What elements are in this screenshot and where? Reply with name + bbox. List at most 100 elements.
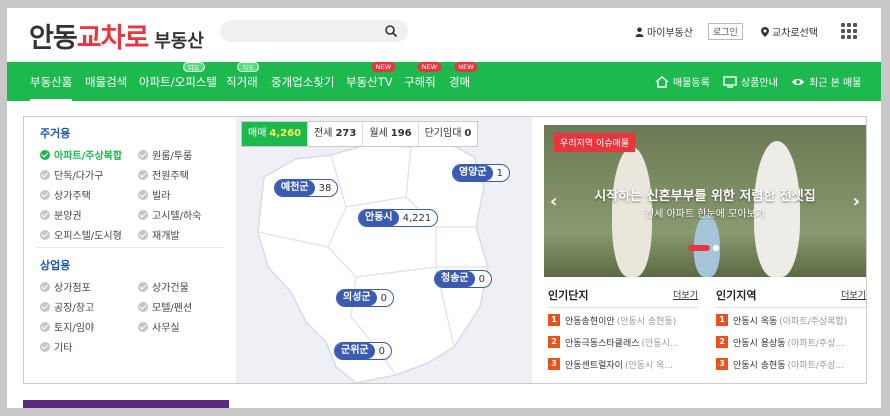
tab-jeonse[interactable]: 전세 273 bbox=[308, 122, 364, 146]
nav-item-auction[interactable]: 경매 NEW bbox=[449, 62, 478, 90]
category-item[interactable]: 원룸/투룸 bbox=[138, 147, 192, 162]
category-item[interactable]: 모텔/펜션 bbox=[138, 299, 192, 314]
check-icon bbox=[138, 301, 148, 312]
category-item[interactable]: 오피스텔/도시형 bbox=[40, 227, 122, 242]
category-item[interactable]: 고시텔/하숙 bbox=[138, 207, 201, 222]
check-icon bbox=[138, 281, 148, 292]
my-realty-link[interactable]: 마이부동산 bbox=[635, 24, 693, 39]
category-panel: 주거용 아파트/주상복합 원룸/투룸 단독/다가구 전원주택 상가주택 빌라 분… bbox=[24, 117, 236, 383]
all-menu-icon[interactable] bbox=[841, 23, 857, 39]
tab-short-term[interactable]: 단기임대 0 bbox=[419, 122, 478, 146]
check-icon bbox=[138, 189, 148, 200]
category-item[interactable]: 상가점포 bbox=[40, 279, 91, 294]
check-icon bbox=[138, 149, 148, 160]
list-item[interactable]: 2 안동시 용상동 (아파트/주상... bbox=[716, 332, 866, 352]
list-item[interactable]: 1 안동시 옥동 (아파트/주상복합) bbox=[716, 310, 866, 330]
list-item[interactable]: 3 안동센트럴자이 (안동시 옥... bbox=[548, 354, 698, 374]
region-select-link[interactable]: 교차로선택 bbox=[761, 24, 818, 39]
check-icon bbox=[40, 321, 50, 332]
category-item[interactable]: 토지/임야 bbox=[40, 319, 94, 334]
header: 안동 교차로 부동산 마이부동산 로그인 교차로선택 bbox=[7, 8, 881, 62]
category-item[interactable]: 상가건물 bbox=[138, 279, 189, 294]
banner-pagination[interactable] bbox=[688, 245, 719, 251]
map-badge: 지도 bbox=[182, 62, 205, 72]
check-icon bbox=[40, 341, 50, 352]
page-frame: 안동 교차로 부동산 마이부동산 로그인 교차로선택 부동산홈 매물검색 아파트… bbox=[7, 8, 881, 408]
search-icon[interactable] bbox=[384, 24, 398, 38]
chevron-left-icon[interactable]: ‹ bbox=[550, 191, 557, 212]
nav-item-agency-find[interactable]: 중개업소찾기 bbox=[271, 74, 334, 90]
right-column: 우리지역 이슈매물 시작하는 신혼부부를 위한 저렴한 전셋집 전세 아파트 한… bbox=[536, 117, 866, 383]
check-icon bbox=[40, 169, 50, 180]
search-input[interactable] bbox=[220, 20, 408, 42]
popular-region-title: 인기지역 bbox=[716, 289, 757, 302]
nav-item-direct-deal[interactable]: 직거래 지도 bbox=[226, 62, 260, 90]
region-marker-gunwi[interactable]: 군위군 0 bbox=[334, 342, 392, 360]
region-marker-yecheon[interactable]: 예천군 38 bbox=[274, 179, 339, 197]
commercial-title: 상업용 bbox=[40, 259, 71, 272]
map-badge: 지도 bbox=[237, 62, 260, 72]
nav-item-request[interactable]: 구해줘 NEW bbox=[404, 62, 442, 90]
product-info-link[interactable]: 상품안내 bbox=[723, 74, 778, 89]
list-item[interactable]: 3 안동시 송현동 (아파트/주상... bbox=[716, 354, 866, 374]
my-realty-label: 마이부동산 bbox=[647, 28, 693, 39]
nav-item-apartment[interactable]: 아파트/오피스텔 지도 bbox=[139, 62, 217, 90]
region-marker-yeongyang[interactable]: 영양군 1 bbox=[452, 164, 510, 182]
bottom-banner-edge bbox=[23, 400, 229, 408]
list-item[interactable]: 2 안동극동스타클래스 (안동시... bbox=[548, 332, 698, 352]
chevron-right-icon[interactable]: › bbox=[853, 191, 860, 212]
category-item[interactable]: 기타 bbox=[40, 339, 72, 354]
banner-tag: 우리지역 이슈매물 bbox=[554, 133, 636, 152]
divider bbox=[36, 247, 224, 248]
check-icon bbox=[40, 301, 50, 312]
person-icon bbox=[635, 27, 644, 37]
region-select-label: 교차로선택 bbox=[772, 28, 818, 39]
register-label: 매물등록 bbox=[673, 78, 710, 89]
nav-item-search[interactable]: 매물검색 bbox=[85, 74, 127, 90]
nav-item-realty-tv[interactable]: 부동산TV NEW bbox=[346, 62, 396, 90]
recent-viewed-label: 최근 본 매물 bbox=[809, 78, 862, 89]
region-map[interactable]: 매매 4,260 전세 273 월세 196 단기임대 0 예천군 38 영양군 1 안동시… bbox=[236, 117, 532, 383]
residential-title: 주거용 bbox=[40, 127, 71, 140]
region-marker-cheongsong[interactable]: 청송군 0 bbox=[434, 270, 492, 288]
register-listing-link[interactable]: 매물등록 bbox=[655, 74, 710, 89]
category-item[interactable]: 공장/창고 bbox=[40, 299, 94, 314]
popular-complex-title: 인기단지 bbox=[548, 289, 589, 302]
nav-item-home[interactable]: 부동산홈 bbox=[30, 74, 73, 101]
check-icon bbox=[40, 189, 50, 200]
check-icon bbox=[40, 281, 50, 292]
category-item[interactable]: 전원주택 bbox=[138, 167, 189, 182]
eye-icon bbox=[792, 78, 804, 85]
check-icon bbox=[138, 209, 148, 220]
new-badge: NEW bbox=[454, 62, 478, 72]
check-icon bbox=[138, 321, 148, 332]
tab-monthly[interactable]: 월세 196 bbox=[363, 122, 419, 146]
category-item[interactable]: 아파트/주상복합 bbox=[40, 147, 122, 162]
product-info-label: 상품안내 bbox=[741, 78, 778, 89]
new-badge: NEW bbox=[371, 62, 396, 72]
popular-region-list: 인기지역 더보기 1 안동시 옥동 (아파트/주상복합) 2 안동시 용상동 (아파트/주… bbox=[716, 287, 866, 374]
category-item[interactable]: 상가주택 bbox=[40, 187, 91, 202]
region-marker-andong[interactable]: 안동시 4,221 bbox=[358, 209, 439, 227]
category-item[interactable]: 빌라 bbox=[138, 187, 170, 202]
more-link[interactable]: 더보기 bbox=[841, 288, 866, 301]
region-marker-uiseong[interactable]: 의성군 0 bbox=[336, 289, 394, 307]
check-icon bbox=[40, 209, 50, 220]
check-icon bbox=[138, 229, 148, 240]
new-badge: NEW bbox=[417, 62, 442, 72]
deal-type-tabs: 매매 4,260 전세 273 월세 196 단기임대 0 bbox=[241, 121, 479, 147]
more-link[interactable]: 더보기 bbox=[673, 288, 698, 301]
list-item[interactable]: 1 안동송현이안 (안동시 송현동) bbox=[548, 310, 698, 330]
check-icon bbox=[138, 169, 148, 180]
recent-viewed-link[interactable]: 최근 본 매물 bbox=[791, 74, 861, 89]
tab-sale[interactable]: 매매 4,260 bbox=[242, 122, 309, 146]
category-item[interactable]: 단독/다가구 bbox=[40, 167, 103, 182]
logo[interactable]: 안동 교차로 부동산 bbox=[29, 16, 204, 55]
popular-complex-list: 인기단지 더보기 1 안동송현이안 (안동시 송현동) 2 안동극동스타클래스 (안동시.… bbox=[548, 287, 698, 374]
category-item[interactable]: 분양권 bbox=[40, 207, 82, 222]
category-item[interactable]: 재개발 bbox=[138, 227, 180, 242]
category-item[interactable]: 사무실 bbox=[138, 319, 180, 334]
login-button[interactable]: 로그인 bbox=[708, 23, 743, 40]
promo-banner[interactable]: 우리지역 이슈매물 시작하는 신혼부부를 위한 저렴한 전셋집 전세 아파트 한… bbox=[544, 125, 866, 277]
banner-subtitle: 전세 아파트 한눈에 모아보기 bbox=[645, 209, 765, 220]
